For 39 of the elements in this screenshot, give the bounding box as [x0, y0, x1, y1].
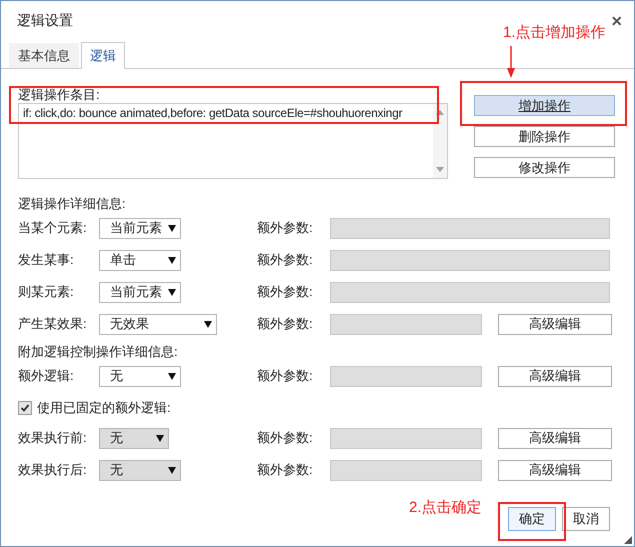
section-title: 附加逻辑控制操作详细信息: [18, 344, 179, 360]
field-label: 产生某效果: [18, 315, 88, 333]
advanced-edit-button[interactable]: 高级编辑 [498, 314, 612, 334]
checkbox-label: 使用已固定的额外逻辑: [37, 399, 171, 417]
field-label: 则某元素: [18, 283, 75, 301]
dialog-button[interactable]: 确定 [508, 507, 556, 531]
dropdown[interactable]: 当前元素 [99, 282, 181, 302]
action-button[interactable]: 增加操作 [474, 95, 615, 116]
window-title: 逻辑设置 [17, 12, 73, 30]
action-button[interactable]: 修改操作 [474, 157, 615, 178]
annotation-text: 2.点击确定 [409, 498, 482, 517]
annotation-text: 1.点击增加操作 [503, 23, 606, 42]
dialog-button[interactable]: 取消 [562, 507, 610, 531]
field-label: 效果执行前: [18, 429, 88, 447]
tab[interactable]: 逻辑 [81, 42, 125, 69]
advanced-edit-button[interactable]: 高级编辑 [498, 366, 612, 386]
param-label: 额外参数: [257, 367, 314, 385]
dropdown[interactable]: 单击 [99, 250, 181, 270]
tab[interactable]: 基本信息 [9, 43, 79, 68]
list-label: 逻辑操作条目: [18, 87, 101, 103]
field-label: 额外逻辑: [18, 367, 75, 385]
param-label: 额外参数: [257, 429, 314, 447]
dropdown[interactable]: 无 [99, 366, 181, 386]
list-item[interactable]: if: click,do: bounce animated,before: getData sourceEle=#shouhuorenxingr [23, 105, 429, 121]
advanced-edit-button[interactable]: 高级编辑 [498, 428, 612, 448]
dropdown[interactable]: 当前元素 [99, 218, 181, 238]
section-title: 逻辑操作详细信息: [18, 196, 127, 212]
param-label: 额外参数: [257, 315, 314, 333]
action-button[interactable]: 删除操作 [474, 126, 615, 147]
field-label: 当某个元素: [18, 219, 88, 237]
field-label: 发生某事: [18, 251, 75, 269]
param-label: 额外参数: [257, 251, 314, 269]
field-label: 效果执行后: [18, 461, 88, 479]
advanced-edit-button[interactable]: 高级编辑 [498, 460, 612, 480]
close-button[interactable]: × [611, 12, 622, 30]
param-label: 额外参数: [257, 461, 314, 479]
param-label: 额外参数: [257, 283, 314, 301]
param-label: 额外参数: [257, 219, 314, 237]
dropdown[interactable]: 无效果 [99, 314, 217, 334]
